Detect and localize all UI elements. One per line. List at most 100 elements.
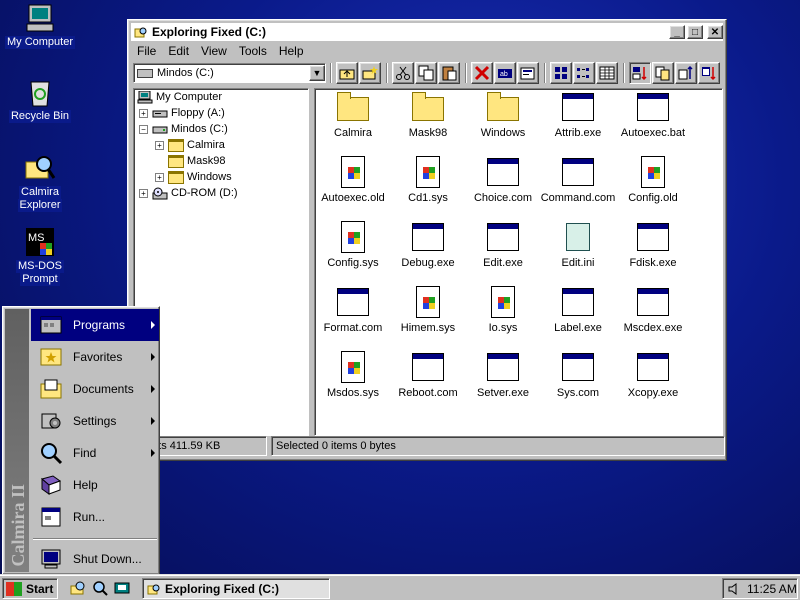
expand-toggle[interactable]: + (139, 188, 148, 198)
file-item[interactable]: Config.old (615, 156, 691, 204)
quicklaunch-explorer-icon[interactable] (70, 580, 86, 596)
desktop-icon-calmira-explorer[interactable]: Calmira Explorer (3, 152, 77, 212)
expand-toggle[interactable]: + (155, 172, 164, 182)
tree-item-label: CD-ROM (D:) (171, 187, 238, 199)
file-item[interactable]: Command.com (540, 156, 616, 204)
tree-item-cdrom[interactable]: + CD-ROM (D:) (139, 185, 238, 201)
quicklaunch-desktop-icon[interactable] (114, 580, 130, 596)
quicklaunch-find-icon[interactable] (92, 580, 108, 596)
maximize-button[interactable]: □ (687, 25, 703, 39)
small-icons-button[interactable] (573, 62, 595, 84)
start-menu-settings[interactable]: Settings (31, 405, 159, 437)
svg-text:MS: MS (28, 232, 45, 244)
window-titlebar[interactable]: Exploring Fixed (C:) _ □ ✕ (131, 23, 723, 41)
file-item[interactable]: Xcopy.exe (615, 351, 691, 399)
start-menu-programs[interactable]: Programs (31, 309, 159, 341)
taskbar-button-exploring[interactable]: Exploring Fixed (C:) (142, 578, 330, 599)
delete-button[interactable] (471, 62, 493, 84)
menu-tools[interactable]: Tools (233, 44, 273, 58)
file-item[interactable]: Reboot.com (390, 351, 466, 399)
tree-item-calmira[interactable]: + Calmira (155, 137, 225, 153)
start-menu-find[interactable]: Find (31, 437, 159, 469)
application-icon (562, 156, 594, 188)
file-item[interactable]: Edit.exe (465, 221, 541, 269)
tree-item-windows[interactable]: + Windows (155, 169, 232, 185)
start-menu-divider (33, 538, 157, 540)
file-item[interactable]: Attrib.exe (540, 91, 616, 139)
file-item[interactable]: Format.com (315, 286, 391, 334)
file-item[interactable]: Autoexec.bat (615, 91, 691, 139)
file-item[interactable]: Windows (465, 91, 541, 139)
file-item[interactable]: Autoexec.old (315, 156, 391, 204)
start-menu-shutdown[interactable]: Shut Down... (31, 543, 159, 575)
file-item[interactable]: Choice.com (465, 156, 541, 204)
file-item-label: Config.sys (327, 257, 379, 269)
start-menu-run[interactable]: Run... (31, 501, 159, 533)
menu-help[interactable]: Help (273, 44, 310, 58)
large-icons-button[interactable] (550, 62, 572, 84)
expand-toggle[interactable]: + (139, 108, 148, 118)
new-folder-button[interactable] (359, 62, 381, 84)
file-item[interactable]: Msdos.sys (315, 351, 391, 399)
desktop-icon-my-computer[interactable]: My Computer (3, 2, 77, 49)
application-icon (487, 351, 519, 383)
rename-button[interactable]: ab (494, 62, 516, 84)
submenu-arrow-icon (151, 353, 155, 361)
sort-by-size-button[interactable] (675, 62, 697, 84)
file-item[interactable]: Mscdex.exe (615, 286, 691, 334)
dropdown-arrow-icon[interactable]: ▼ (309, 65, 325, 81)
tree-item-mask98[interactable]: Mask98 (168, 153, 226, 169)
file-item[interactable]: Label.exe (540, 286, 616, 334)
tree-item-mindos[interactable]: − Mindos (C:) (139, 121, 228, 137)
start-menu-help[interactable]: Help (31, 469, 159, 501)
file-item[interactable]: Edit.ini (540, 221, 616, 269)
drive-combo[interactable]: Mindos (C:) ▼ (133, 63, 326, 83)
hard-drive-icon (152, 123, 168, 136)
close-button[interactable]: ✕ (707, 25, 723, 39)
minimize-button[interactable]: _ (669, 25, 685, 39)
file-item[interactable]: Mask98 (390, 91, 466, 139)
details-button[interactable] (596, 62, 618, 84)
desktop-icon-recycle-bin[interactable]: Recycle Bin (3, 76, 77, 123)
file-item-label: Autoexec.bat (620, 127, 686, 139)
menu-view[interactable]: View (195, 44, 233, 58)
file-list-pane[interactable]: Calmira Mask98 Windows Attrib.exe Autoexec.b… (314, 88, 723, 436)
tree-item-floppy[interactable]: + Floppy (A:) (139, 105, 225, 121)
file-item[interactable]: Setver.exe (465, 351, 541, 399)
volume-icon[interactable] (727, 582, 743, 596)
file-item[interactable]: Cd1.sys (390, 156, 466, 204)
start-menu: Calmira II Programs Favorites Documents … (2, 306, 160, 575)
start-menu-documents[interactable]: Documents (31, 373, 159, 405)
file-item[interactable]: Debug.exe (390, 221, 466, 269)
file-item[interactable]: Fdisk.exe (615, 221, 691, 269)
expand-toggle[interactable]: + (155, 140, 164, 150)
collapse-toggle[interactable]: − (139, 124, 148, 134)
cut-button[interactable] (392, 62, 414, 84)
file-item[interactable]: Calmira (315, 91, 391, 139)
application-icon (412, 351, 444, 383)
explorer-icon (147, 582, 161, 596)
clock[interactable]: 11:25 AM (747, 582, 797, 596)
up-folder-button[interactable] (336, 62, 358, 84)
file-item-label: Xcopy.exe (627, 387, 679, 399)
start-button[interactable]: Start (2, 578, 58, 599)
file-item[interactable]: Io.sys (465, 286, 541, 334)
sort-by-date-button[interactable] (698, 62, 720, 84)
file-item[interactable]: Config.sys (315, 221, 391, 269)
system-file-icon (637, 156, 669, 188)
file-item[interactable]: Himem.sys (390, 286, 466, 334)
menu-file[interactable]: File (131, 44, 162, 58)
copy-button[interactable] (415, 62, 437, 84)
sort-by-name-button[interactable] (629, 62, 651, 84)
paste-button[interactable] (438, 62, 460, 84)
file-item[interactable]: Sys.com (540, 351, 616, 399)
start-menu-favorites[interactable]: Favorites (31, 341, 159, 373)
desktop-icon-msdos-prompt[interactable]: MS MS-DOS Prompt (3, 226, 77, 286)
application-icon (637, 221, 669, 253)
sort-by-type-button[interactable] (652, 62, 674, 84)
tree-item-my-computer[interactable]: My Computer (137, 89, 222, 105)
explorer-icon (134, 25, 148, 39)
properties-button[interactable] (517, 62, 539, 84)
menu-edit[interactable]: Edit (162, 44, 195, 58)
paste-icon (442, 66, 457, 81)
